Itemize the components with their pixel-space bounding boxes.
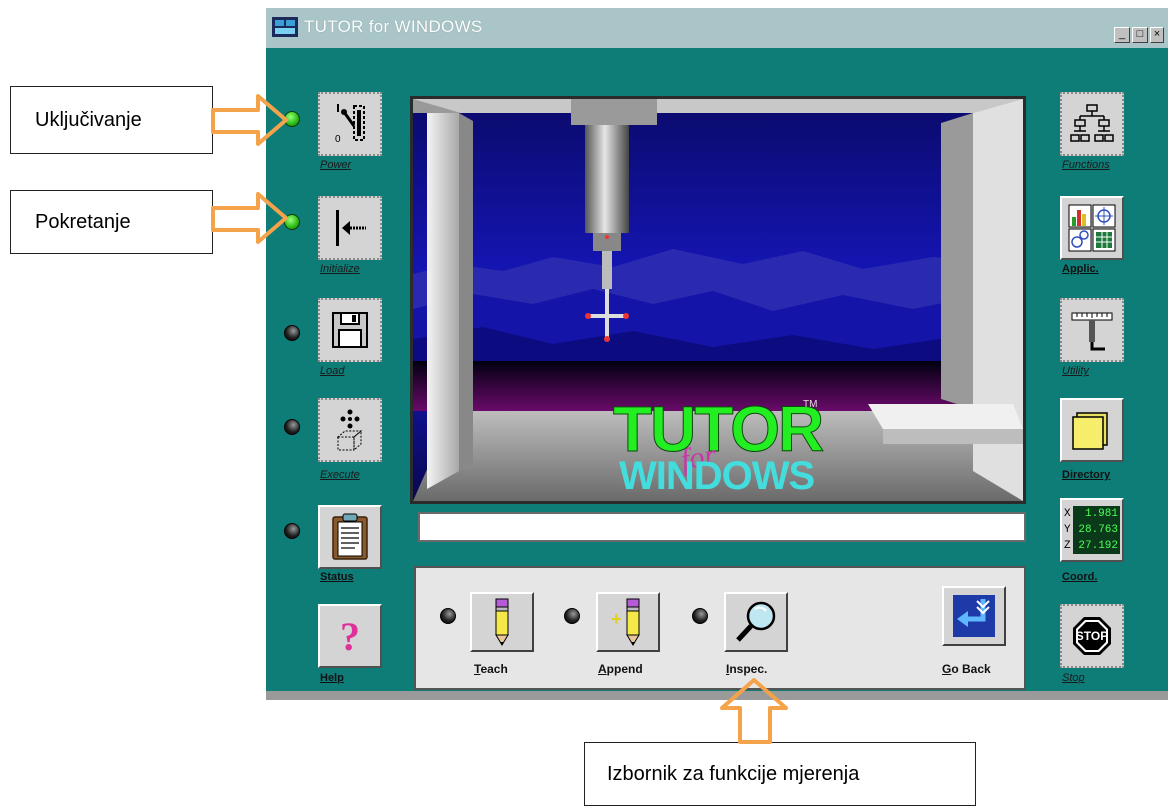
- y-value: 28.763: [1072, 522, 1120, 538]
- splash-windows: WINDOWS: [619, 454, 815, 498]
- power-button[interactable]: 0: [318, 92, 382, 156]
- functions-label: Functions: [1062, 159, 1110, 171]
- append-label: Append: [598, 662, 643, 676]
- execute-cube-icon: [336, 409, 363, 452]
- load-label: Load: [320, 365, 345, 377]
- tutor-window: TUTOR for WINDOWS _ □ × 0 Power Initiali…: [266, 8, 1168, 700]
- svg-text:+: +: [611, 609, 622, 629]
- help-label: Help: [320, 672, 344, 684]
- magnifier-icon: [736, 601, 776, 642]
- z-value: 27.192: [1072, 538, 1120, 554]
- initialize-button[interactable]: [318, 196, 382, 260]
- power-switch-icon: 0: [335, 104, 365, 145]
- inspec-label: Inspec.: [726, 662, 768, 676]
- utility-label: Utility: [1062, 365, 1089, 377]
- callout-power-on: Uključivanje: [10, 86, 213, 154]
- floppy-disk-icon: [332, 312, 368, 348]
- functions-button[interactable]: [1060, 92, 1124, 156]
- coord-label: Coord.: [1062, 571, 1098, 583]
- stop-sign-text: STOP: [1075, 629, 1109, 643]
- folder-icon: [1072, 412, 1108, 450]
- applic-label: Applic.: [1062, 263, 1099, 275]
- window-title: TUTOR for WINDOWS: [304, 17, 483, 36]
- coordinates-display-icon: X 1.981 Y 28.763 Z 27.192: [1064, 506, 1120, 554]
- y-axis-letter: Y: [1064, 524, 1071, 536]
- stop-button[interactable]: STOP: [1060, 604, 1124, 668]
- clipboard-icon: [332, 513, 368, 560]
- go-back-label: Go Back: [942, 662, 991, 676]
- initialize-label: Initialize: [320, 263, 360, 275]
- applic-button[interactable]: [1060, 196, 1124, 260]
- stop-label: Stop: [1062, 672, 1085, 684]
- maximize-button[interactable]: □: [1132, 27, 1148, 43]
- load-button[interactable]: [318, 298, 382, 362]
- question-mark-icon: ?: [340, 613, 360, 659]
- splash-title: TUTOR: [612, 393, 824, 465]
- power-led: [284, 111, 300, 127]
- close-button[interactable]: ×: [1150, 27, 1164, 43]
- coord-button[interactable]: X 1.981 Y 28.763 Z 27.192: [1060, 498, 1124, 562]
- status-label: Status: [320, 571, 354, 583]
- applications-grid-icon: [1068, 204, 1116, 252]
- inspec-led: [692, 608, 708, 624]
- directory-button[interactable]: [1060, 398, 1124, 462]
- status-message-field: [418, 512, 1026, 542]
- window-bottom-edge: [266, 691, 1168, 700]
- power-label: Power: [320, 159, 352, 171]
- z-axis-letter: Z: [1064, 540, 1071, 552]
- app-icon: [272, 17, 298, 37]
- teach-led: [440, 608, 456, 624]
- x-axis-letter: X: [1064, 508, 1071, 520]
- inspec-button[interactable]: [724, 592, 788, 652]
- splash-tm: TM: [803, 399, 818, 410]
- callout-measure-menu: Izbornik za funkcije mjerenja: [584, 742, 976, 806]
- title-bar[interactable]: TUTOR for WINDOWS _ □ ×: [266, 8, 1168, 48]
- append-button[interactable]: +: [596, 592, 660, 652]
- hierarchy-tree-icon: [1070, 104, 1114, 142]
- go-back-arrow-icon: [953, 595, 995, 637]
- append-led: [564, 608, 580, 624]
- ruler-tool-icon: [1071, 312, 1113, 351]
- callout-start: Pokretanje: [10, 190, 213, 254]
- x-value: 1.981: [1072, 506, 1120, 522]
- teach-button[interactable]: [470, 592, 534, 652]
- execute-led: [284, 419, 300, 435]
- svg-text:0: 0: [335, 134, 341, 145]
- directory-label: Directory: [1062, 469, 1111, 481]
- pencil-icon: [495, 598, 509, 646]
- help-button[interactable]: ?: [318, 604, 382, 668]
- go-back-button[interactable]: [942, 586, 1006, 646]
- initialize-led: [284, 214, 300, 230]
- status-button[interactable]: [318, 505, 382, 569]
- minimize-button[interactable]: _: [1114, 27, 1130, 43]
- execute-label: Execute: [320, 469, 360, 481]
- status-led: [284, 523, 300, 539]
- teach-label: Teach: [474, 662, 508, 676]
- load-led: [284, 325, 300, 341]
- arrow-to-wall-icon: [336, 210, 366, 246]
- pencil-plus-icon: +: [611, 598, 640, 646]
- cmm-scene-display: TUTOR TM for WINDOWS: [410, 96, 1026, 504]
- measurement-menu-panel: Teach + Append Inspec. Go Back: [414, 566, 1026, 690]
- execute-button[interactable]: [318, 398, 382, 462]
- utility-button[interactable]: [1060, 298, 1124, 362]
